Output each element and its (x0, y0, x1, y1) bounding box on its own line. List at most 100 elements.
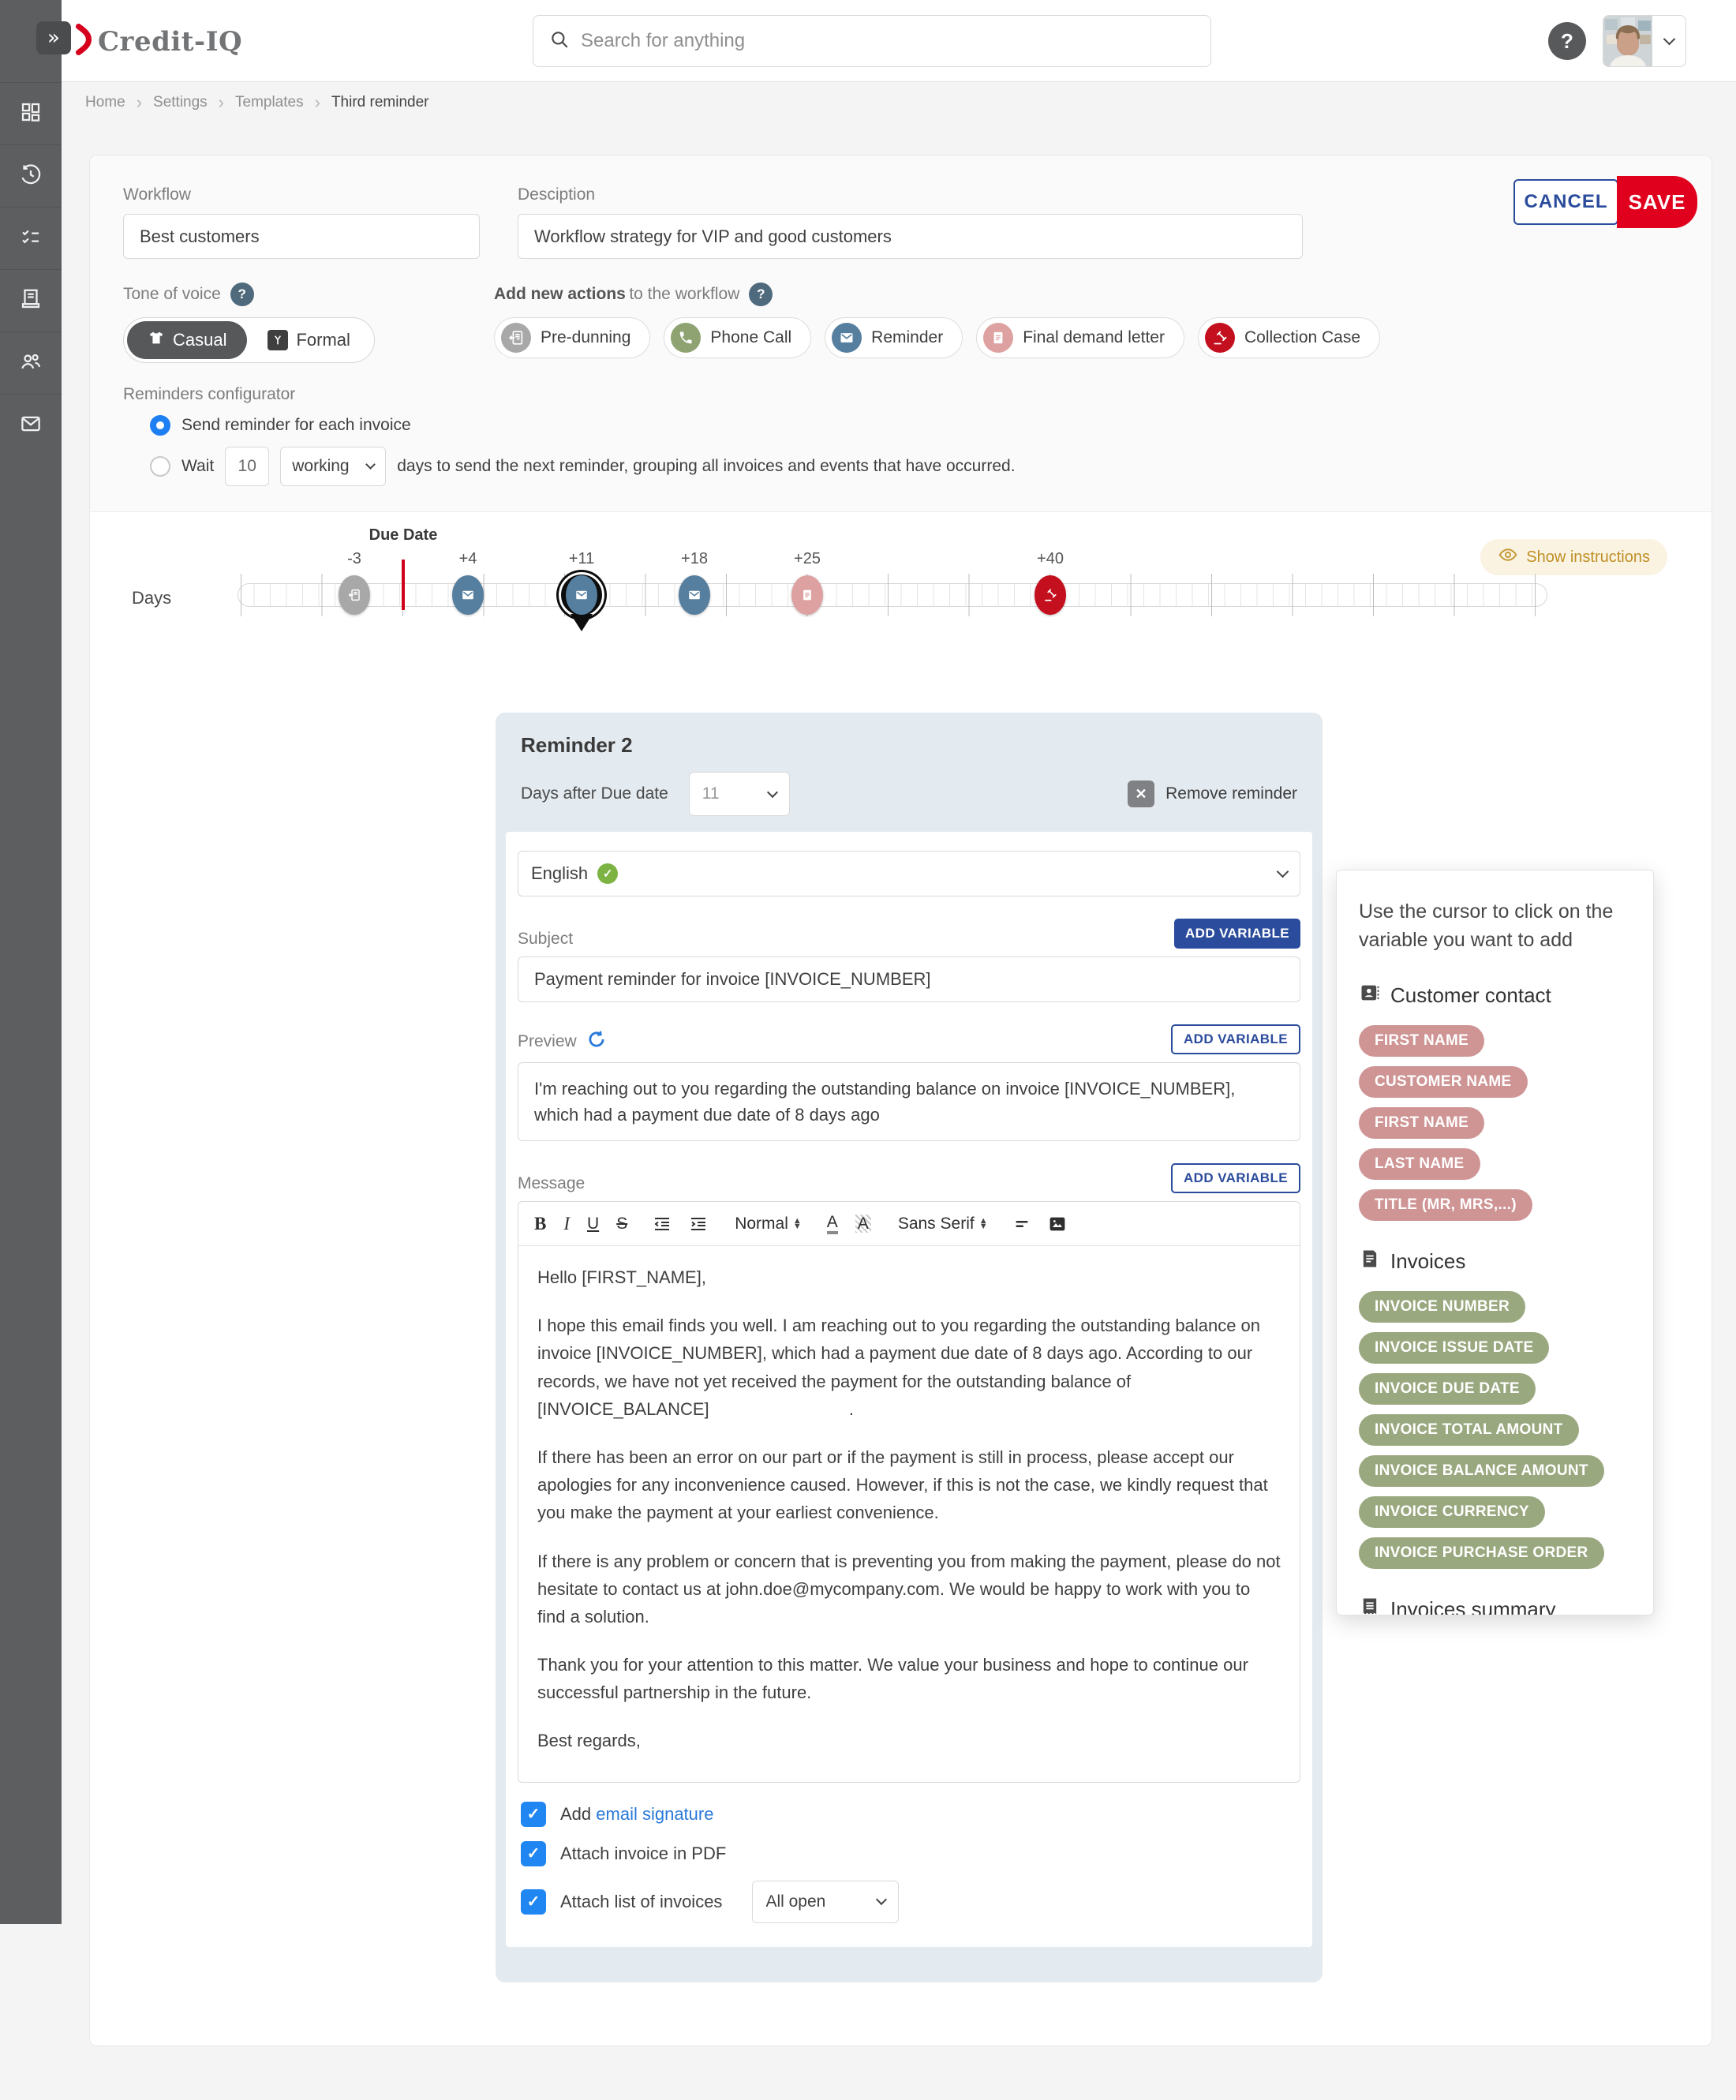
days-after-select[interactable]: 11 (688, 772, 790, 816)
save-button[interactable]: SAVE (1617, 176, 1697, 228)
subject-input[interactable] (518, 956, 1300, 1002)
user-menu[interactable] (1603, 15, 1686, 67)
close-x-icon: ✕ (1128, 780, 1155, 807)
variable-pill[interactable]: TITLE (MR, MRS,...) (1359, 1189, 1532, 1221)
sidebar-item-mail[interactable] (0, 394, 62, 456)
action-phone-call[interactable]: Phone Call (664, 317, 812, 358)
text-color-button[interactable]: A (826, 1214, 838, 1234)
preview-text: I'm reaching out to you regarding the ou… (518, 1062, 1300, 1141)
due-date-label: Due Date (369, 526, 438, 544)
variable-pill[interactable]: INVOICE NUMBER (1359, 1290, 1525, 1323)
sidebar-item-history[interactable] (0, 144, 62, 207)
variable-pill[interactable]: INVOICE CURRENCY (1359, 1495, 1545, 1528)
timeline-track[interactable] (238, 583, 1547, 607)
variable-pill[interactable]: CUSTOMER NAME (1359, 1065, 1528, 1098)
breadcrumb-settings[interactable]: Settings (153, 94, 208, 111)
add-variable-subject-button[interactable]: ADD VARIABLE (1174, 919, 1300, 949)
timeline-marker-reminder-3[interactable] (679, 575, 710, 615)
variables-panel: Use the cursor to click on the variable … (1336, 870, 1654, 1615)
indent-icon[interactable] (689, 1215, 708, 1233)
add-variable-preview-button[interactable]: ADD VARIABLE (1171, 1024, 1300, 1054)
tone-casual-button[interactable]: Casual (127, 321, 248, 359)
variable-pill[interactable]: INVOICE ISSUE DATE (1359, 1331, 1550, 1364)
timeline-marker-reminder-1[interactable] (452, 575, 484, 615)
description-input[interactable] (518, 214, 1303, 259)
timeline-marker-collection-case[interactable] (1034, 575, 1066, 615)
action-pre-dunning[interactable]: Pre-dunning (494, 317, 651, 358)
font-family-select[interactable]: Sans Serif ▲ ▼ (898, 1215, 988, 1233)
search-input[interactable] (581, 30, 1195, 52)
sidebar-item-invoices[interactable] (0, 269, 62, 331)
timeline-day-label: +11 (568, 550, 595, 567)
radio-send-each-invoice[interactable] (150, 415, 170, 436)
breadcrumb-home[interactable]: Home (85, 94, 125, 111)
wait-days-input[interactable]: 10 (225, 447, 270, 486)
radio-wait-days[interactable] (150, 456, 170, 477)
underline-button[interactable]: U (587, 1215, 599, 1233)
timeline-marker-pre-dunning[interactable] (339, 575, 370, 615)
remove-reminder-button[interactable]: ✕ Remove reminder (1128, 780, 1297, 807)
phone-icon (671, 323, 702, 353)
options-checkboxes: ✓ Add email signature ✓ Attach invoice i… (518, 1801, 1300, 1923)
highlight-color-button[interactable]: A (855, 1215, 871, 1233)
description-value[interactable] (534, 226, 1286, 247)
variable-pill[interactable]: INVOICE BALANCE AMOUNT (1359, 1454, 1604, 1487)
strikethrough-button[interactable]: S (616, 1215, 627, 1233)
add-actions-help-icon[interactable]: ? (749, 283, 773, 306)
italic-button[interactable]: I (563, 1214, 570, 1234)
editor-section: Reminder 2 Days after Due date 11 ✕ Remo… (90, 702, 1712, 2046)
attach-pdf-checkbox[interactable]: ✓ (521, 1840, 546, 1866)
reminder-title: Reminder 2 (521, 733, 633, 757)
tone-formal-button[interactable]: Formal (247, 321, 370, 359)
sidebar-expand-button[interactable]: » (36, 21, 71, 54)
action-label: Reminder (871, 328, 944, 346)
paragraph-style-select[interactable]: Normal ▲ ▼ (735, 1215, 802, 1233)
due-date-line (402, 560, 405, 610)
show-instructions-button[interactable]: Show instructions (1480, 539, 1667, 575)
help-button[interactable]: ? (1548, 22, 1586, 60)
timeline-day-label: -3 (347, 550, 361, 567)
align-button[interactable] (1013, 1215, 1031, 1233)
variable-pill[interactable]: INVOICE PURCHASE ORDER (1359, 1537, 1604, 1569)
attach-list-select[interactable]: All open (752, 1880, 900, 1923)
updown-icon: ▲ ▼ (792, 1216, 802, 1231)
outdent-icon[interactable] (653, 1215, 672, 1233)
variable-pill[interactable]: FIRST NAME (1359, 1106, 1485, 1139)
attach-list-label: Attach list of invoices (560, 1891, 723, 1911)
action-reminder[interactable]: Reminder (825, 317, 963, 358)
timeline-marker-final-demand[interactable] (791, 575, 823, 615)
sidebar-item-tasks[interactable] (0, 207, 62, 269)
insert-image-button[interactable] (1048, 1215, 1067, 1233)
people-icon (19, 350, 43, 377)
message-body[interactable]: Hello [FIRST_NAME], I hope this email fi… (518, 1246, 1300, 1782)
attach-pdf-label: Attach invoice in PDF (560, 1843, 727, 1863)
attach-list-checkbox[interactable]: ✓ (521, 1889, 546, 1915)
variable-pill[interactable]: LAST NAME (1359, 1147, 1480, 1180)
tone-help-icon[interactable]: ? (230, 283, 254, 306)
tone-of-voice-label: Tone of voice (123, 285, 221, 303)
breadcrumb-separator: › (314, 92, 320, 112)
sidebar-item-customers[interactable] (0, 331, 62, 394)
wait-unit-select[interactable]: working (280, 447, 387, 486)
language-select[interactable]: English ✓ (518, 851, 1300, 897)
bold-button[interactable]: B (534, 1214, 546, 1234)
add-variable-message-button[interactable]: ADD VARIABLE (1171, 1163, 1300, 1193)
chevron-down-icon (766, 786, 778, 798)
global-search[interactable] (533, 15, 1211, 67)
subject-value[interactable] (534, 969, 1284, 990)
action-collection-case[interactable]: Collection Case (1197, 317, 1381, 358)
sidebar-item-dashboard[interactable] (0, 82, 62, 144)
variable-pill[interactable]: FIRST NAME (1359, 1024, 1485, 1057)
timeline-marker-reminder-2-selected[interactable] (556, 570, 607, 620)
variable-pill[interactable]: INVOICE TOTAL AMOUNT (1359, 1413, 1579, 1446)
variable-pill[interactable]: INVOICE DUE DATE (1359, 1372, 1536, 1405)
breadcrumb-templates[interactable]: Templates (235, 94, 304, 111)
action-final-demand-letter[interactable]: Final demand letter (976, 317, 1184, 358)
cancel-button[interactable]: CANCEL (1513, 179, 1618, 225)
email-signature-link[interactable]: email signature (596, 1804, 713, 1824)
refresh-icon[interactable] (586, 1029, 607, 1054)
workflow-name-input[interactable] (123, 214, 480, 259)
workflow-name-value[interactable] (140, 226, 463, 247)
variables-section-title: Invoices (1390, 1248, 1466, 1273)
add-signature-checkbox[interactable]: ✓ (521, 1801, 546, 1827)
